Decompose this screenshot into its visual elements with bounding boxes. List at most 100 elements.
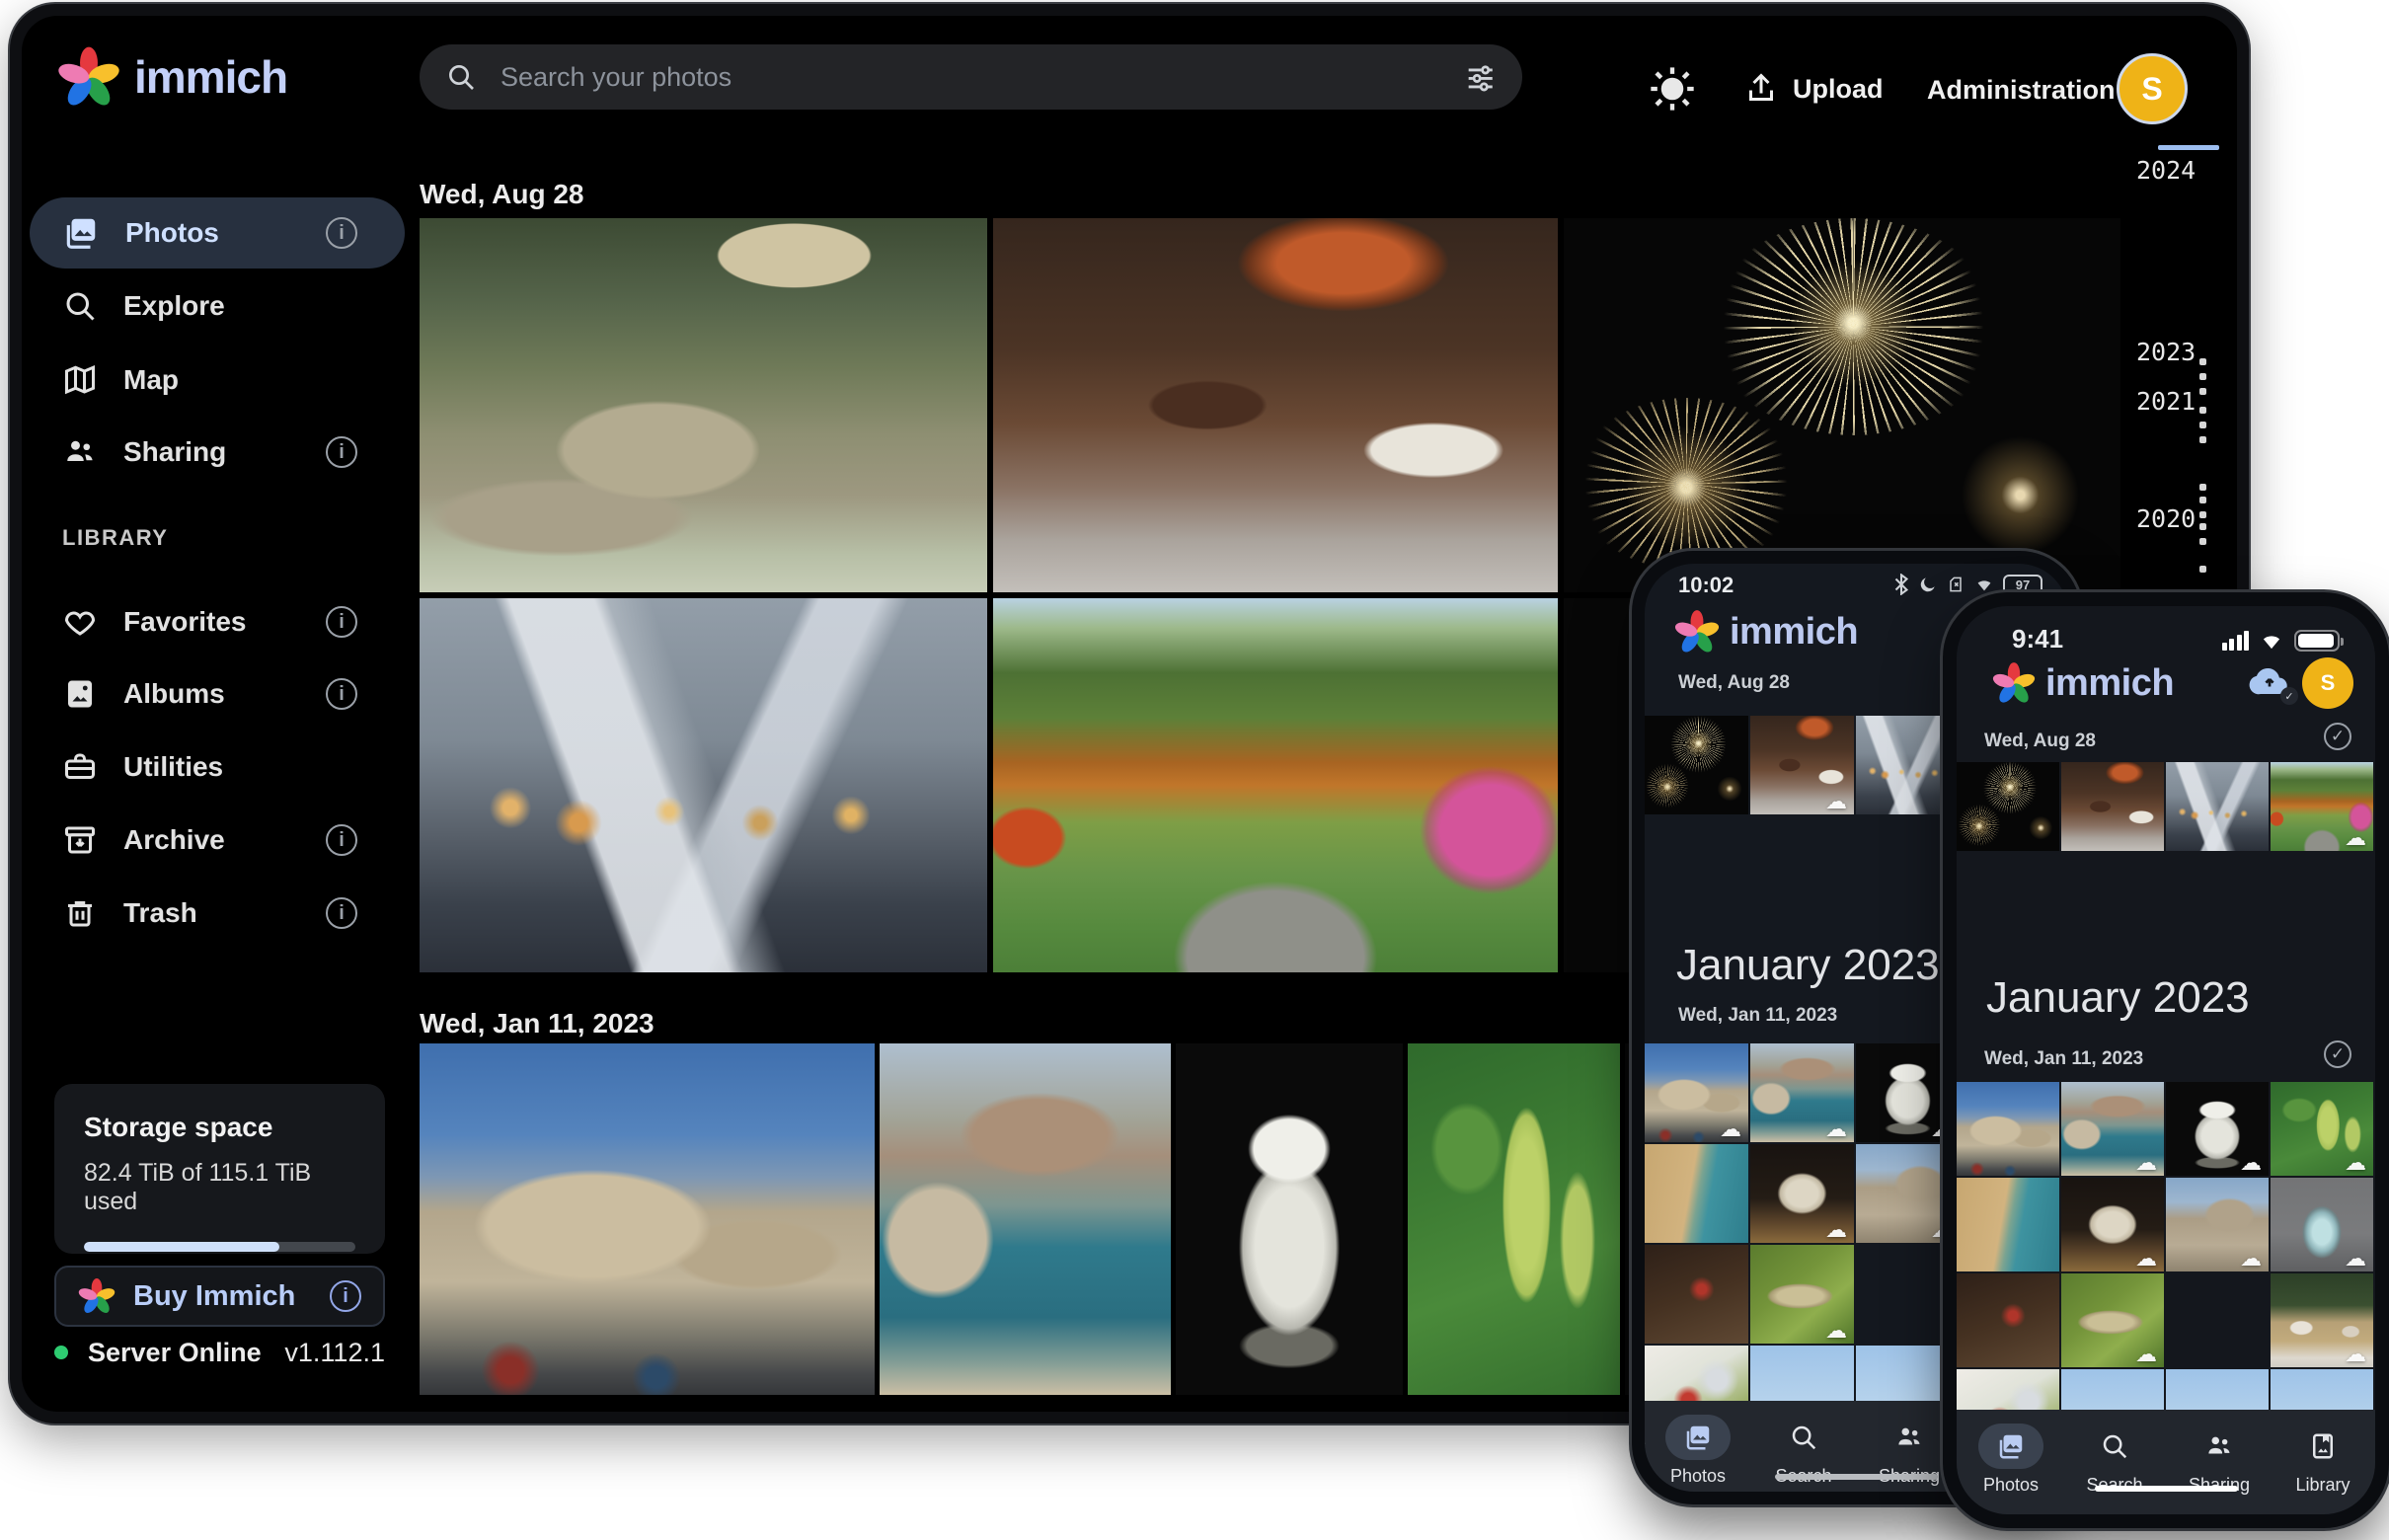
storage-title: Storage space bbox=[84, 1112, 355, 1143]
select-all-check-icon[interactable]: ✓ bbox=[2324, 723, 2351, 750]
user-avatar[interactable]: S bbox=[2117, 53, 2188, 124]
info-icon[interactable]: i bbox=[330, 1280, 361, 1312]
photo-thumbnail-beach[interactable] bbox=[1645, 1144, 1748, 1243]
photo-thumbnail-fur[interactable] bbox=[1957, 1273, 2059, 1367]
photo-thumbnail-fireworks[interactable] bbox=[1957, 762, 2059, 851]
photo-dinner-table[interactable] bbox=[993, 218, 1558, 592]
photo-coastal-town[interactable] bbox=[880, 1043, 1171, 1395]
photo-thumbnail-fireworks[interactable] bbox=[1645, 716, 1748, 814]
sidebar-item-explore[interactable]: Explore bbox=[30, 270, 405, 342]
timeline-year-2021[interactable]: 2021 bbox=[2136, 387, 2196, 416]
timeline-year-2023[interactable]: 2023 bbox=[2136, 338, 2196, 366]
cloud-backup-icon: ☁ bbox=[2135, 1344, 2157, 1365]
app-logo[interactable]: immich bbox=[57, 45, 287, 109]
search-icon bbox=[445, 61, 477, 93]
info-icon[interactable]: i bbox=[326, 678, 357, 710]
albums-icon bbox=[62, 676, 98, 712]
photo-thumbnail-lizard[interactable]: ☁ bbox=[2061, 1273, 2164, 1367]
timeline-year-2024[interactable]: 2024 bbox=[2136, 156, 2196, 185]
buy-immich-button[interactable]: Buy Immich i bbox=[54, 1266, 385, 1327]
upload-button[interactable]: Upload bbox=[1743, 71, 1884, 107]
administration-label: Administration bbox=[1927, 75, 2116, 106]
map-icon bbox=[62, 362, 98, 398]
iphone-clock: 9:41 bbox=[2012, 624, 2063, 654]
upload-icon bbox=[1743, 71, 1779, 107]
info-icon[interactable]: i bbox=[326, 606, 357, 638]
storage-space-card: Storage space 82.4 TiB of 115.1 TiB used bbox=[54, 1084, 385, 1254]
photo-thumbnail-beach[interactable] bbox=[1957, 1178, 2059, 1271]
photo-autumn-park-path[interactable] bbox=[993, 598, 1558, 972]
photo-thumbnail-ornament[interactable]: ☁ bbox=[2271, 1178, 2373, 1271]
backup-cloud-button[interactable]: ✓ bbox=[2249, 665, 2290, 699]
sidebar-item-favorites[interactable]: Favorites i bbox=[30, 586, 405, 657]
search-input[interactable] bbox=[499, 61, 1441, 94]
sidebar-item-label: Explore bbox=[123, 290, 225, 322]
iphone-photo-grid-jan: ☁ ☁ ☁ ☁ ☁ ☁ ☁ ☁ bbox=[1957, 1082, 2375, 1463]
screenshot-canvas: immich bbox=[0, 0, 2389, 1540]
photo-thumbnail-lizard[interactable]: ☁ bbox=[1750, 1245, 1854, 1344]
photo-zoo-monkeys[interactable] bbox=[420, 218, 987, 592]
sidebar-item-albums[interactable]: Albums i bbox=[30, 658, 405, 730]
user-avatar[interactable]: S bbox=[2302, 657, 2353, 709]
photo-fireworks[interactable] bbox=[1564, 218, 2120, 592]
photo-thumbnail-fortress[interactable] bbox=[1957, 1082, 2059, 1176]
photo-thumbnail-ruins[interactable]: ☁ bbox=[2166, 1178, 2269, 1271]
timeline-scrubber-position[interactable] bbox=[2158, 145, 2219, 150]
buy-immich-label: Buy Immich bbox=[133, 1280, 295, 1313]
photo-thumbnail-autumn[interactable]: ☁ bbox=[2271, 762, 2373, 851]
sidebar-item-archive[interactable]: Archive i bbox=[30, 805, 405, 876]
avatar-initial: S bbox=[2321, 670, 2336, 696]
photo-thumbnail-berries[interactable]: ☁ bbox=[2271, 1082, 2373, 1176]
info-icon[interactable]: i bbox=[326, 824, 357, 856]
sidebar-item-map[interactable]: Map bbox=[30, 345, 405, 416]
photo-thumbnail-fortress[interactable]: ☁ bbox=[1645, 1043, 1748, 1142]
sharing-people-icon bbox=[1894, 1423, 1924, 1452]
search-filter-sliders-icon[interactable] bbox=[1463, 60, 1497, 94]
timeline-year-2020[interactable]: 2020 bbox=[2136, 504, 2196, 533]
sidebar-item-sharing[interactable]: Sharing i bbox=[30, 417, 405, 488]
iphone-month-header: January 2023 bbox=[1986, 973, 2250, 1023]
photo-thumbnail-coastal[interactable]: ☁ bbox=[1750, 1043, 1854, 1142]
sidebar-library-heading: LIBRARY bbox=[62, 525, 168, 551]
photo-holding-hands[interactable] bbox=[420, 598, 987, 972]
photo-thumbnail-hands[interactable] bbox=[2166, 762, 2269, 851]
photo-marble-bust[interactable] bbox=[1176, 1043, 1403, 1395]
sidebar-item-photos[interactable]: Photos i bbox=[30, 197, 405, 269]
photo-thumbnail-village[interactable] bbox=[2166, 1273, 2269, 1367]
cloud-backup-icon: ☁ bbox=[1825, 1219, 1847, 1241]
iphone-screen: 9:41 bbox=[1957, 606, 2375, 1514]
photo-thumbnail-rock-sculpture[interactable]: ☁ bbox=[2061, 1178, 2164, 1271]
nav-tab-photos[interactable]: Photos bbox=[1978, 1424, 2043, 1496]
active-tab-pill bbox=[1978, 1424, 2043, 1469]
photo-thumbnail-alpine[interactable]: ☁ bbox=[2271, 1273, 2373, 1367]
archive-icon bbox=[62, 822, 98, 858]
photos-icon bbox=[1683, 1423, 1713, 1452]
administration-link[interactable]: Administration bbox=[1927, 75, 2116, 106]
info-icon[interactable]: i bbox=[326, 897, 357, 929]
sidebar-item-label: Archive bbox=[123, 824, 225, 856]
iphone-home-indicator[interactable] bbox=[2095, 1486, 2238, 1492]
storage-progress-fill bbox=[84, 1242, 279, 1252]
upload-label: Upload bbox=[1793, 74, 1884, 105]
sidebar-item-trash[interactable]: Trash i bbox=[30, 878, 405, 949]
info-icon[interactable]: i bbox=[326, 436, 357, 468]
photo-green-berries[interactable] bbox=[1408, 1043, 1620, 1395]
nav-tab-library[interactable]: Library bbox=[2290, 1424, 2355, 1496]
android-home-indicator[interactable] bbox=[1775, 1474, 1938, 1480]
search-bar[interactable] bbox=[420, 44, 1522, 110]
nav-tab-photos[interactable]: Photos bbox=[1665, 1415, 1731, 1487]
photo-fortress-walls[interactable] bbox=[420, 1043, 875, 1395]
android-month-header: January 2023 bbox=[1676, 941, 1940, 990]
photo-thumbnail-dinner[interactable] bbox=[2061, 762, 2164, 851]
photo-thumbnail-fur[interactable] bbox=[1645, 1245, 1748, 1344]
info-icon[interactable]: i bbox=[326, 217, 357, 249]
wifi-icon bbox=[1973, 575, 1995, 594]
photo-thumbnail-coastal[interactable]: ☁ bbox=[2061, 1082, 2164, 1176]
theme-toggle-button[interactable] bbox=[1647, 63, 1698, 115]
brand-name: immich bbox=[134, 50, 287, 104]
photo-thumbnail-dinner[interactable]: ☁ bbox=[1750, 716, 1854, 814]
photo-thumbnail-rock-sculpture[interactable]: ☁ bbox=[1750, 1144, 1854, 1243]
photo-thumbnail-bust[interactable]: ☁ bbox=[2166, 1082, 2269, 1176]
sidebar-item-utilities[interactable]: Utilities bbox=[30, 732, 405, 803]
select-all-check-icon[interactable]: ✓ bbox=[2324, 1040, 2351, 1068]
